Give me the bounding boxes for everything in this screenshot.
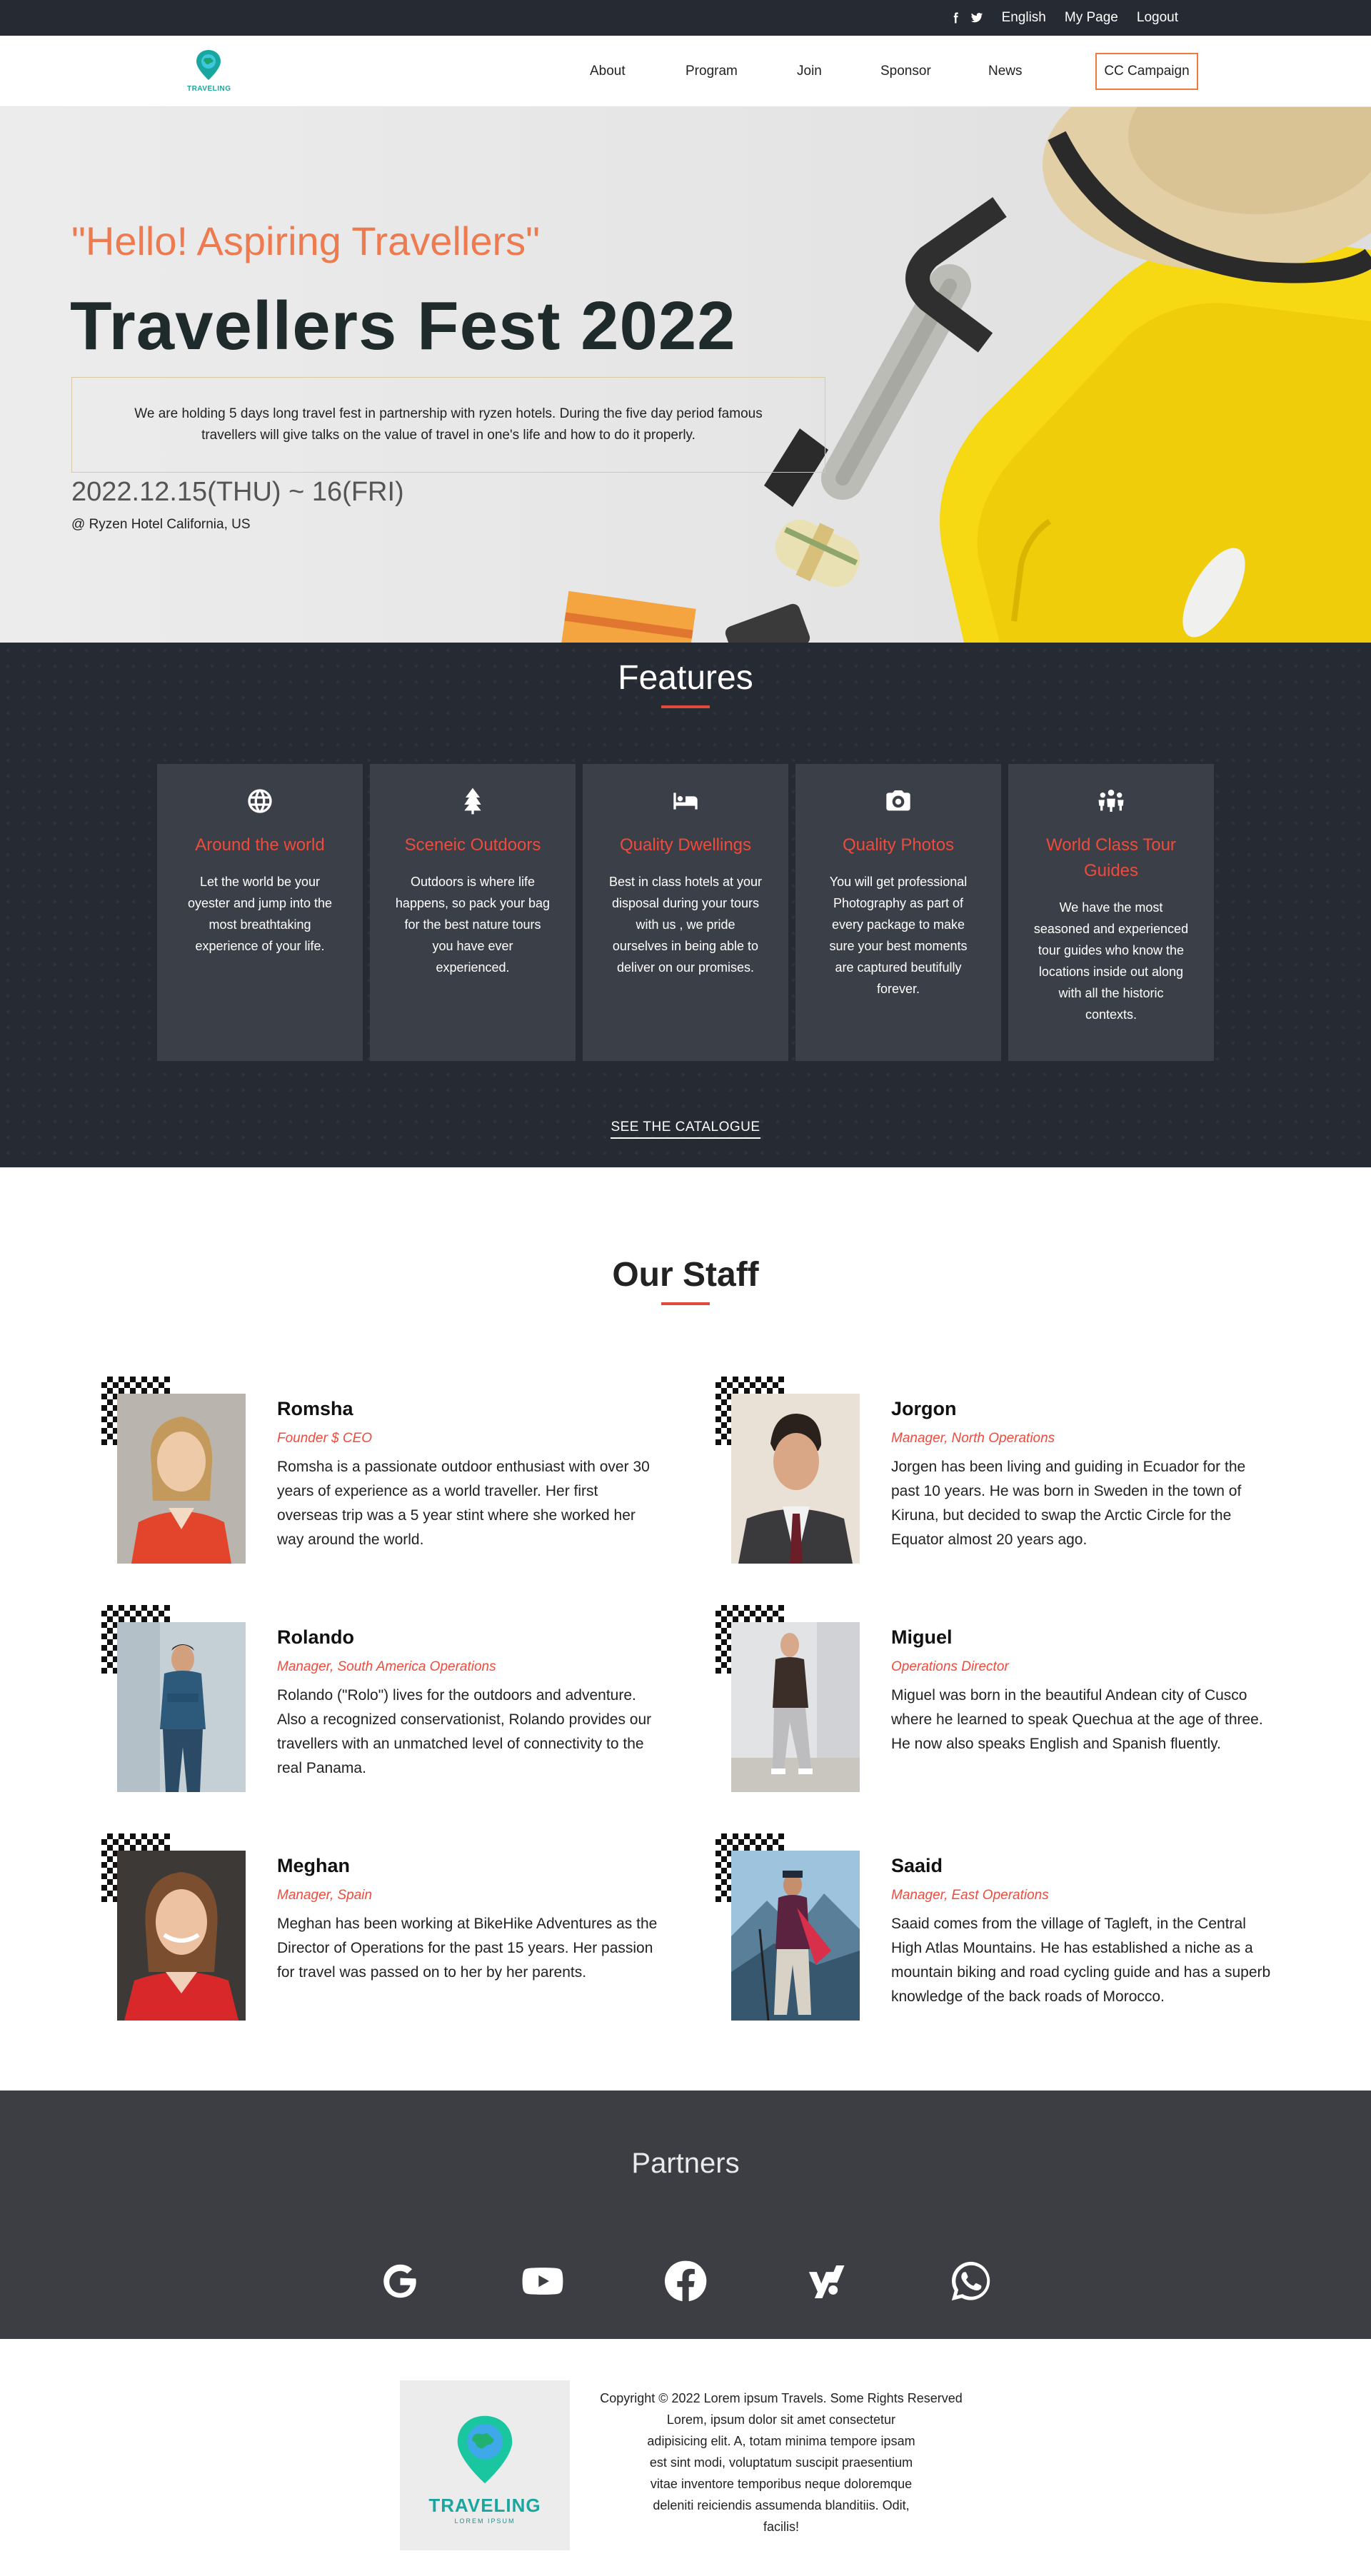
nav-about[interactable]: About [590,64,626,79]
footer-logo[interactable]: TRAVELING LOREM IPSUM [400,2380,570,2550]
feature-card: Around the world Let the world be your o… [157,764,363,1061]
feature-text: Let the world be your oyester and jump i… [187,875,333,953]
feature-text: Outdoors is where life happens, so pack … [395,875,551,975]
staff-title-underline [661,1302,710,1305]
hero-suitcase-image [561,107,1371,643]
feature-card: Sceneic Outdoors Outdoors is where life … [370,764,576,1061]
staff-role: Manager, North Operations [891,1431,1055,1446]
staff-member: Romsha Founder $ CEO Romsha is a passion… [101,1377,658,1564]
staff-member: Jorgon Manager, North Operations Jorgen … [715,1377,1272,1564]
staff-photo [117,1394,246,1564]
staff-bio: Rolando ("Rolo") lives for the outdoors … [277,1687,652,1776]
tree-icon [464,788,481,815]
staff-title: Our Staff [612,1256,759,1294]
nav-news[interactable]: News [988,64,1023,79]
feature-card: Quality Photos You will get professional… [795,764,1001,1061]
nav-program[interactable]: Program [686,64,738,79]
location-pin-icon [196,50,221,80]
language-link[interactable]: English [1002,10,1046,26]
feature-cards: Around the world Let the world be your o… [157,764,1214,1061]
top-bar: English My Page Logout [0,0,1371,36]
staff-photo [117,1622,246,1792]
feature-title: Quality Photos [842,835,955,855]
footer-logo-tagline: LOREM IPSUM [454,2517,516,2525]
event-venue: @ Ryzen Hotel California, US [71,517,251,532]
feature-title: Quality Dwellings [619,835,752,855]
feature-title: World Class Tour Guides [1046,835,1176,880]
camera-icon [886,790,910,811]
staff-role: Manager, Spain [277,1888,373,1903]
footer-lorem: Lorem, ipsum dolor sit amet consectetur … [647,2413,915,2534]
nav-sponsor[interactable]: Sponsor [880,64,931,79]
feature-text: We have the most seasoned and experience… [1033,900,1189,1022]
features-title: Features [618,659,753,697]
facebook-icon[interactable] [949,11,962,24]
staff-name: Saaid [891,1855,943,1876]
staff-member: Saaid Manager, East Operations Saaid com… [715,1833,1272,2021]
staff-role: Operations Director [891,1659,1009,1674]
features-section: Features Around the world Let the world … [0,643,1371,1167]
feature-card: Quality Dwellings Best in class hotels a… [583,764,788,1061]
staff-name: Romsha [277,1398,353,1419]
facebook-icon[interactable] [663,2259,708,2303]
hero-title: Travellers Fest 2022 [70,288,736,364]
cc-campaign-button[interactable]: CC Campaign [1095,53,1198,90]
staff-name: Meghan [277,1855,351,1876]
event-date: 2022.12.15(THU) ~ 16(FRI) [71,477,404,507]
staff-name: Jorgon [891,1398,957,1419]
staff-photo [117,1851,246,2021]
catalogue-link-wrap: SEE THE CATALOGUE [0,1120,1371,1139]
feature-text: Best in class hotels at your disposal du… [608,875,763,975]
staff-bio: Romsha is a passionate outdoor enthusias… [277,1459,650,1548]
staff-role: Manager, East Operations [891,1888,1049,1903]
feature-card: World Class Tour Guides We have the most… [1008,764,1214,1061]
see-catalogue-link[interactable]: SEE THE CATALOGUE [611,1120,760,1139]
social-links [949,11,983,24]
logout-link[interactable]: Logout [1137,10,1178,26]
hero-description: We are holding 5 days long travel fest i… [71,377,825,473]
staff-photo [731,1622,860,1792]
staff-photo [731,1851,860,2021]
features-title-underline [661,705,710,708]
feature-text: You will get professional Photography as… [829,875,968,996]
staff-name: Rolando [277,1626,354,1648]
staff-member: Rolando Manager, South America Operation… [101,1605,658,1792]
globe-icon [248,789,272,813]
partner-logos [0,2259,1371,2303]
hero-section: "Hello! Aspiring Travellers" Travellers … [0,107,1371,643]
staff-photo [731,1394,860,1564]
site-logo[interactable]: TRAVELING [187,49,231,94]
staff-bio: Miguel was born in the beautiful Andean … [891,1687,1263,1752]
staff-bio: Saaid comes from the village of Tagleft,… [891,1916,1271,2005]
location-pin-icon [457,2415,513,2484]
yahoo-icon[interactable] [806,2259,850,2303]
staff-member: Meghan Manager, Spain Meghan has been wo… [101,1833,658,2021]
nav-join[interactable]: Join [797,64,822,79]
staff-name: Miguel [891,1626,953,1648]
staff-role: Manager, South America Operations [277,1659,496,1674]
google-icon[interactable] [378,2259,422,2303]
footer-logo-text: TRAVELING [428,2495,541,2516]
main-nav: TRAVELING About Program Join Sponsor New… [0,36,1371,107]
youtube-icon[interactable] [521,2259,565,2303]
twitter-icon[interactable] [970,11,983,24]
bed-icon [673,793,698,810]
staff-bio: Meghan has been working at BikeHike Adve… [277,1916,658,1981]
feature-title: Sceneic Outdoors [404,835,541,855]
feature-title: Around the world [195,835,325,855]
hero-subtitle: "Hello! Aspiring Travellers" [71,218,541,263]
top-links: English My Page Logout [949,0,1178,36]
logo-text: TRAVELING [187,85,231,93]
staff-member: Miguel Operations Director Miguel was bo… [715,1605,1272,1792]
footer-text: Copyright © 2022 Lorem ipsum Travels. So… [581,2388,981,2537]
partners-section: Partners [0,2091,1371,2339]
partners-title: Partners [631,2148,740,2179]
staff-bio: Jorgen has been living and guiding in Ec… [891,1459,1246,1548]
my-page-link[interactable]: My Page [1065,10,1118,26]
staff-role: Founder $ CEO [277,1431,373,1446]
copyright-text: Copyright © 2022 Lorem ipsum Travels. So… [600,2391,963,2405]
whatsapp-icon[interactable] [949,2259,993,2303]
people-icon [1098,790,1124,812]
